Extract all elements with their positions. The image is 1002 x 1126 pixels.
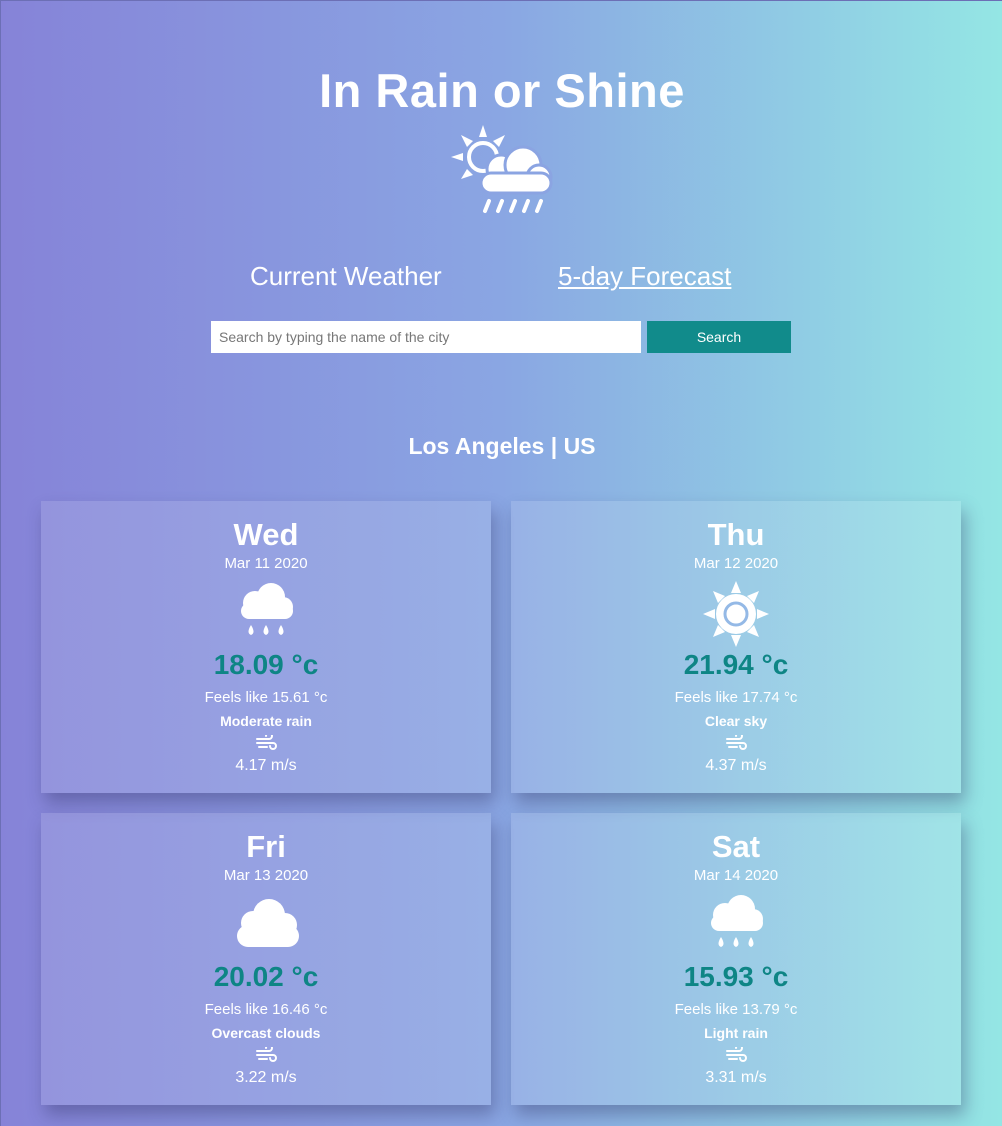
nav-current-weather[interactable]: Current Weather — [250, 261, 442, 292]
card-date: Mar 13 2020 — [223, 867, 309, 884]
card-temperature: 20.02 °c — [213, 961, 319, 992]
card-date: Mar 11 2020 — [224, 555, 308, 572]
rain-cloud-icon — [711, 895, 763, 947]
forecast-card-fri: Fri Mar 13 2020 20.02 °c Feels like 16.4… — [41, 813, 491, 1105]
card-day: Sat — [711, 829, 761, 864]
cloud-icon — [237, 899, 299, 947]
forecast-card-wed: Wed Mar 11 2020 18.09 °c Feels like 15.6… — [41, 501, 491, 793]
sun-icon — [703, 581, 769, 647]
card-date: Mar 14 2020 — [693, 867, 779, 884]
wind-icon — [256, 1047, 277, 1062]
wind-icon — [726, 1047, 747, 1062]
card-wind-speed: 4.37 m/s — [705, 757, 767, 774]
rain-cloud-icon — [241, 583, 293, 635]
card-wind-speed: 4.17 m/s — [235, 757, 297, 774]
card-temperature: 18.09 °c — [213, 649, 319, 680]
card-day: Wed — [233, 517, 299, 552]
forecast-card-sat: Sat Mar 14 2020 15.93 °c Feels like 13.7… — [511, 813, 961, 1105]
sun-cloud-rain-icon — [451, 125, 553, 213]
card-feels-like: Feels like 13.79 °c — [674, 1001, 798, 1018]
card-day: Fri — [246, 829, 286, 864]
wind-icon — [726, 735, 747, 750]
main-nav: Current Weather 5-day Forecast — [1, 259, 1002, 299]
city-search-input[interactable] — [211, 321, 641, 353]
card-description: Clear sky — [704, 713, 768, 729]
nav-5day-forecast[interactable]: 5-day Forecast — [558, 261, 731, 292]
card-temperature: 21.94 °c — [683, 649, 789, 680]
forecast-card-thu: Thu Mar 12 2020 21.94 °c Feels like 17.7… — [511, 501, 961, 793]
card-temperature: 15.93 °c — [683, 961, 789, 992]
search-button[interactable]: Search — [647, 321, 791, 353]
card-feels-like: Feels like 15.61 °c — [204, 689, 328, 706]
card-description: Overcast clouds — [211, 1025, 321, 1041]
app-title: In Rain or Shine — [319, 64, 685, 117]
card-date: Mar 12 2020 — [693, 555, 779, 572]
card-wind-speed: 3.22 m/s — [235, 1069, 297, 1086]
card-wind-speed: 3.31 m/s — [705, 1069, 767, 1086]
card-feels-like: Feels like 17.74 °c — [674, 689, 798, 706]
card-feels-like: Feels like 16.46 °c — [204, 1001, 328, 1018]
location-title: Los Angeles | US — [408, 433, 596, 459]
card-day: Thu — [707, 517, 765, 552]
card-description: Moderate rain — [220, 713, 312, 729]
card-description: Light rain — [704, 1025, 768, 1041]
wind-icon — [256, 735, 277, 750]
